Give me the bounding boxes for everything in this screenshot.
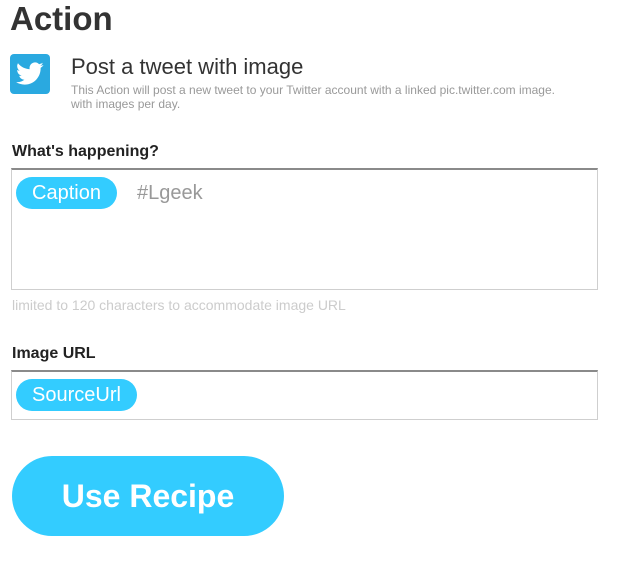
action-description: This Action will post a new tweet to you… [71,83,643,111]
whats-happening-field[interactable]: Caption #Lgeek [11,168,598,290]
action-description-line-1: This Action will post a new tweet to you… [71,83,555,97]
character-limit-hint: limited to 120 characters to accommodate… [12,297,346,313]
image-url-field[interactable]: SourceUrl [11,370,598,420]
action-name: Post a tweet with image [71,54,304,79]
action-description-line-2: with images per day. [71,97,181,111]
sourceurl-ingredient-pill[interactable]: SourceUrl [16,379,137,411]
image-url-label: Image URL [12,345,96,362]
whats-happening-label: What's happening? [12,143,159,160]
twitter-bird-icon [10,54,50,94]
action-summary: Post a tweet with image This Action will… [10,54,643,114]
use-recipe-button[interactable]: Use Recipe [12,456,284,536]
whats-happening-text: #Lgeek [137,182,203,204]
section-title: Action [10,0,113,37]
caption-ingredient-pill[interactable]: Caption [16,177,117,209]
